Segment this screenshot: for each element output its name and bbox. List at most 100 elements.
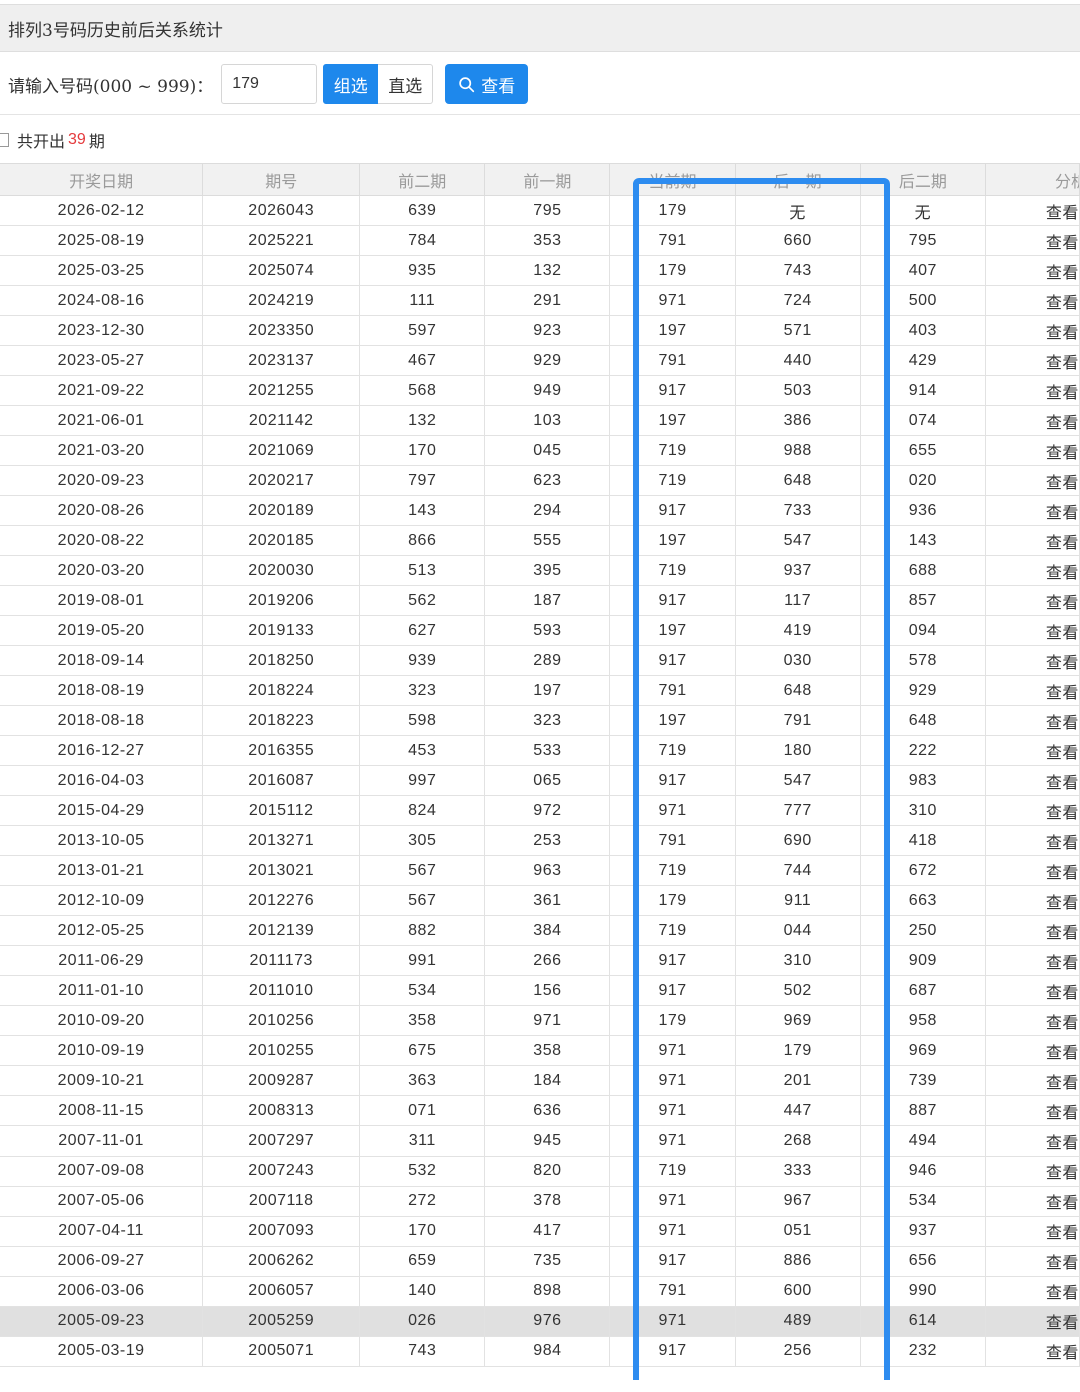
view-link[interactable]: 查看 bbox=[985, 1156, 1080, 1187]
issue-cell: 2008313 bbox=[202, 1095, 361, 1127]
next2-cell: 403 bbox=[860, 315, 986, 347]
view-link[interactable]: 查看 bbox=[985, 375, 1080, 407]
view-button[interactable]: 查看 bbox=[445, 64, 529, 104]
next2-cell: 655 bbox=[860, 435, 986, 467]
current-cell: 791 bbox=[609, 675, 736, 707]
view-link[interactable]: 查看 bbox=[985, 855, 1080, 887]
view-link[interactable]: 查看 bbox=[985, 1035, 1080, 1067]
view-link[interactable]: 查看 bbox=[985, 585, 1080, 617]
view-link[interactable]: 查看 bbox=[985, 495, 1080, 527]
table-row: 2007-05-06 2007118 272 378 971 967 534 查看 bbox=[0, 1186, 1080, 1217]
view-link[interactable]: 查看 bbox=[985, 945, 1080, 977]
view-link[interactable]: 查看 bbox=[985, 1065, 1080, 1097]
prev2-cell: 272 bbox=[359, 1186, 486, 1217]
table-row: 2019-08-01 2019206 562 187 917 117 857 查看 bbox=[0, 585, 1080, 617]
prev1-cell: 353 bbox=[484, 225, 611, 257]
table-body: 2026-02-12 2026043 639 795 179 无无查看 2025-08-19… bbox=[0, 195, 1080, 1367]
next2-cell: 936 bbox=[860, 495, 986, 527]
view-link[interactable]: 查看 bbox=[985, 705, 1080, 737]
table-row: 2019-05-20 2019133 627 593 197 419 094 查看 bbox=[0, 615, 1080, 647]
view-link[interactable]: 查看 bbox=[985, 1095, 1080, 1127]
date-cell: 2024-08-16 bbox=[0, 285, 204, 317]
view-link[interactable]: 查看 bbox=[985, 225, 1080, 257]
issue-cell: 2018224 bbox=[202, 675, 361, 707]
issue-cell: 2026043 bbox=[202, 195, 361, 227]
number-input[interactable] bbox=[221, 64, 318, 104]
prev1-cell: 323 bbox=[484, 705, 611, 737]
view-link[interactable]: 查看 bbox=[985, 315, 1080, 347]
view-link[interactable]: 查看 bbox=[985, 1005, 1080, 1037]
col-analysis: 分析 bbox=[985, 163, 1080, 196]
prev2-cell: 743 bbox=[359, 1336, 486, 1367]
view-link[interactable]: 查看 bbox=[985, 1306, 1080, 1337]
view-link[interactable]: 查看 bbox=[985, 1125, 1080, 1157]
view-link[interactable]: 查看 bbox=[985, 825, 1080, 857]
view-link[interactable]: 查看 bbox=[985, 615, 1080, 647]
next1-cell: 030 bbox=[735, 645, 861, 677]
view-link[interactable]: 查看 bbox=[985, 405, 1080, 437]
direct-mode-button[interactable]: 直选 bbox=[378, 64, 434, 104]
view-link[interactable]: 查看 bbox=[985, 1216, 1080, 1247]
date-cell: 2007-09-08 bbox=[0, 1156, 204, 1187]
view-link[interactable]: 查看 bbox=[985, 345, 1080, 377]
next1-cell: 648 bbox=[735, 675, 861, 707]
view-link[interactable]: 查看 bbox=[985, 645, 1080, 677]
prev1-cell: 395 bbox=[484, 555, 611, 587]
issue-cell: 2010255 bbox=[202, 1035, 361, 1067]
next1-cell: 333 bbox=[735, 1156, 861, 1187]
group-mode-button[interactable]: 组选 bbox=[323, 64, 379, 104]
next2-cell: 687 bbox=[860, 975, 986, 1007]
view-link[interactable]: 查看 bbox=[985, 1186, 1080, 1217]
next2-cell: 578 bbox=[860, 645, 986, 677]
prev1-cell: 972 bbox=[484, 795, 611, 827]
view-link[interactable]: 查看 bbox=[985, 735, 1080, 767]
prev2-cell: 170 bbox=[359, 1216, 486, 1247]
view-link[interactable]: 查看 bbox=[985, 915, 1080, 947]
date-cell: 2013-01-21 bbox=[0, 855, 204, 887]
current-cell: 917 bbox=[609, 1336, 736, 1367]
col-next1: 后一期 bbox=[735, 163, 861, 196]
view-link[interactable]: 查看 bbox=[985, 195, 1080, 227]
issue-cell: 2015112 bbox=[202, 795, 361, 827]
view-link[interactable]: 查看 bbox=[985, 555, 1080, 587]
view-link[interactable]: 查看 bbox=[985, 465, 1080, 497]
view-link[interactable]: 查看 bbox=[985, 1336, 1080, 1367]
view-link[interactable]: 查看 bbox=[985, 765, 1080, 797]
prev2-cell: 363 bbox=[359, 1065, 486, 1097]
prev2-cell: 532 bbox=[359, 1156, 486, 1187]
prev2-cell: 882 bbox=[359, 915, 486, 947]
next1-cell: 547 bbox=[735, 525, 861, 557]
view-link[interactable]: 查看 bbox=[985, 1276, 1080, 1307]
issue-cell: 2013271 bbox=[202, 825, 361, 857]
view-link[interactable]: 查看 bbox=[985, 285, 1080, 317]
next1-cell: 724 bbox=[735, 285, 861, 317]
date-cell: 2020-09-23 bbox=[0, 465, 204, 497]
current-cell: 971 bbox=[609, 1186, 736, 1217]
date-cell: 2021-03-20 bbox=[0, 435, 204, 467]
view-link[interactable]: 查看 bbox=[985, 675, 1080, 707]
date-cell: 2009-10-21 bbox=[0, 1065, 204, 1097]
prev1-cell: 820 bbox=[484, 1156, 611, 1187]
prev2-cell: 797 bbox=[359, 465, 486, 497]
prev2-cell: 111 bbox=[359, 285, 486, 317]
next2-cell: 914 bbox=[860, 375, 986, 407]
search-icon bbox=[459, 76, 475, 92]
view-link[interactable]: 查看 bbox=[985, 885, 1080, 917]
issue-cell: 2009287 bbox=[202, 1065, 361, 1097]
prev2-cell: 170 bbox=[359, 435, 486, 467]
prev2-cell: 467 bbox=[359, 345, 486, 377]
view-link[interactable]: 查看 bbox=[985, 975, 1080, 1007]
table-row: 2025-08-19 2025221 784 353 791 660 795 查看 bbox=[0, 225, 1080, 257]
date-cell: 2007-11-01 bbox=[0, 1125, 204, 1157]
view-link[interactable]: 查看 bbox=[985, 435, 1080, 467]
view-link[interactable]: 查看 bbox=[985, 795, 1080, 827]
table-row: 2020-09-23 2020217 797 623 719 648 020 查看 bbox=[0, 465, 1080, 497]
next1-cell: 600 bbox=[735, 1276, 861, 1307]
view-link[interactable]: 查看 bbox=[985, 1246, 1080, 1277]
prev1-cell: 378 bbox=[484, 1186, 611, 1217]
view-link[interactable]: 查看 bbox=[985, 255, 1080, 287]
next1-cell: 886 bbox=[735, 1246, 861, 1277]
current-cell: 971 bbox=[609, 285, 736, 317]
prev2-cell: 935 bbox=[359, 255, 486, 287]
view-link[interactable]: 查看 bbox=[985, 525, 1080, 557]
